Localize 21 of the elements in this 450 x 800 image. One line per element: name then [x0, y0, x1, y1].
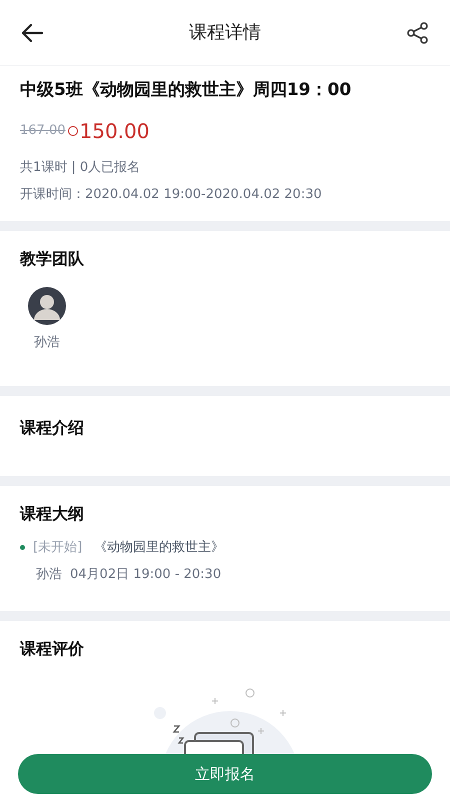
section-heading: 教学团队 [20, 248, 85, 270]
original-price: 167.00 [20, 122, 66, 140]
coin-icon [68, 126, 78, 136]
teacher-name: 孙浩 [34, 334, 60, 352]
current-price: 150.00 [80, 118, 150, 144]
page-title: 课程详情 [189, 21, 261, 45]
bullet-icon [20, 544, 25, 550]
lesson-title[interactable]: 《动物园里的救世主》 [94, 538, 224, 557]
course-schedule: 开课时间：2020.04.02 19:00-2020.04.02 20:30 [20, 186, 323, 204]
avatar[interactable] [28, 286, 66, 324]
course-summary: 共1课时 | 0人已报名 [20, 158, 142, 176]
lesson-teacher: 孙浩 [36, 566, 62, 584]
back-icon[interactable] [20, 22, 44, 42]
section-heading: 课程大纲 [20, 502, 85, 524]
lesson-time: 04月02日 19:00 - 20:30 [70, 566, 222, 584]
share-icon[interactable] [406, 20, 430, 44]
enroll-button[interactable]: 立即报名 [18, 754, 432, 794]
section-heading: 课程介绍 [20, 416, 85, 438]
course-title: 中级5班《动物园里的救世主》周四19：00 [20, 79, 352, 102]
section-heading: 课程评价 [20, 638, 85, 660]
lesson-status: [未开始] [33, 538, 82, 556]
